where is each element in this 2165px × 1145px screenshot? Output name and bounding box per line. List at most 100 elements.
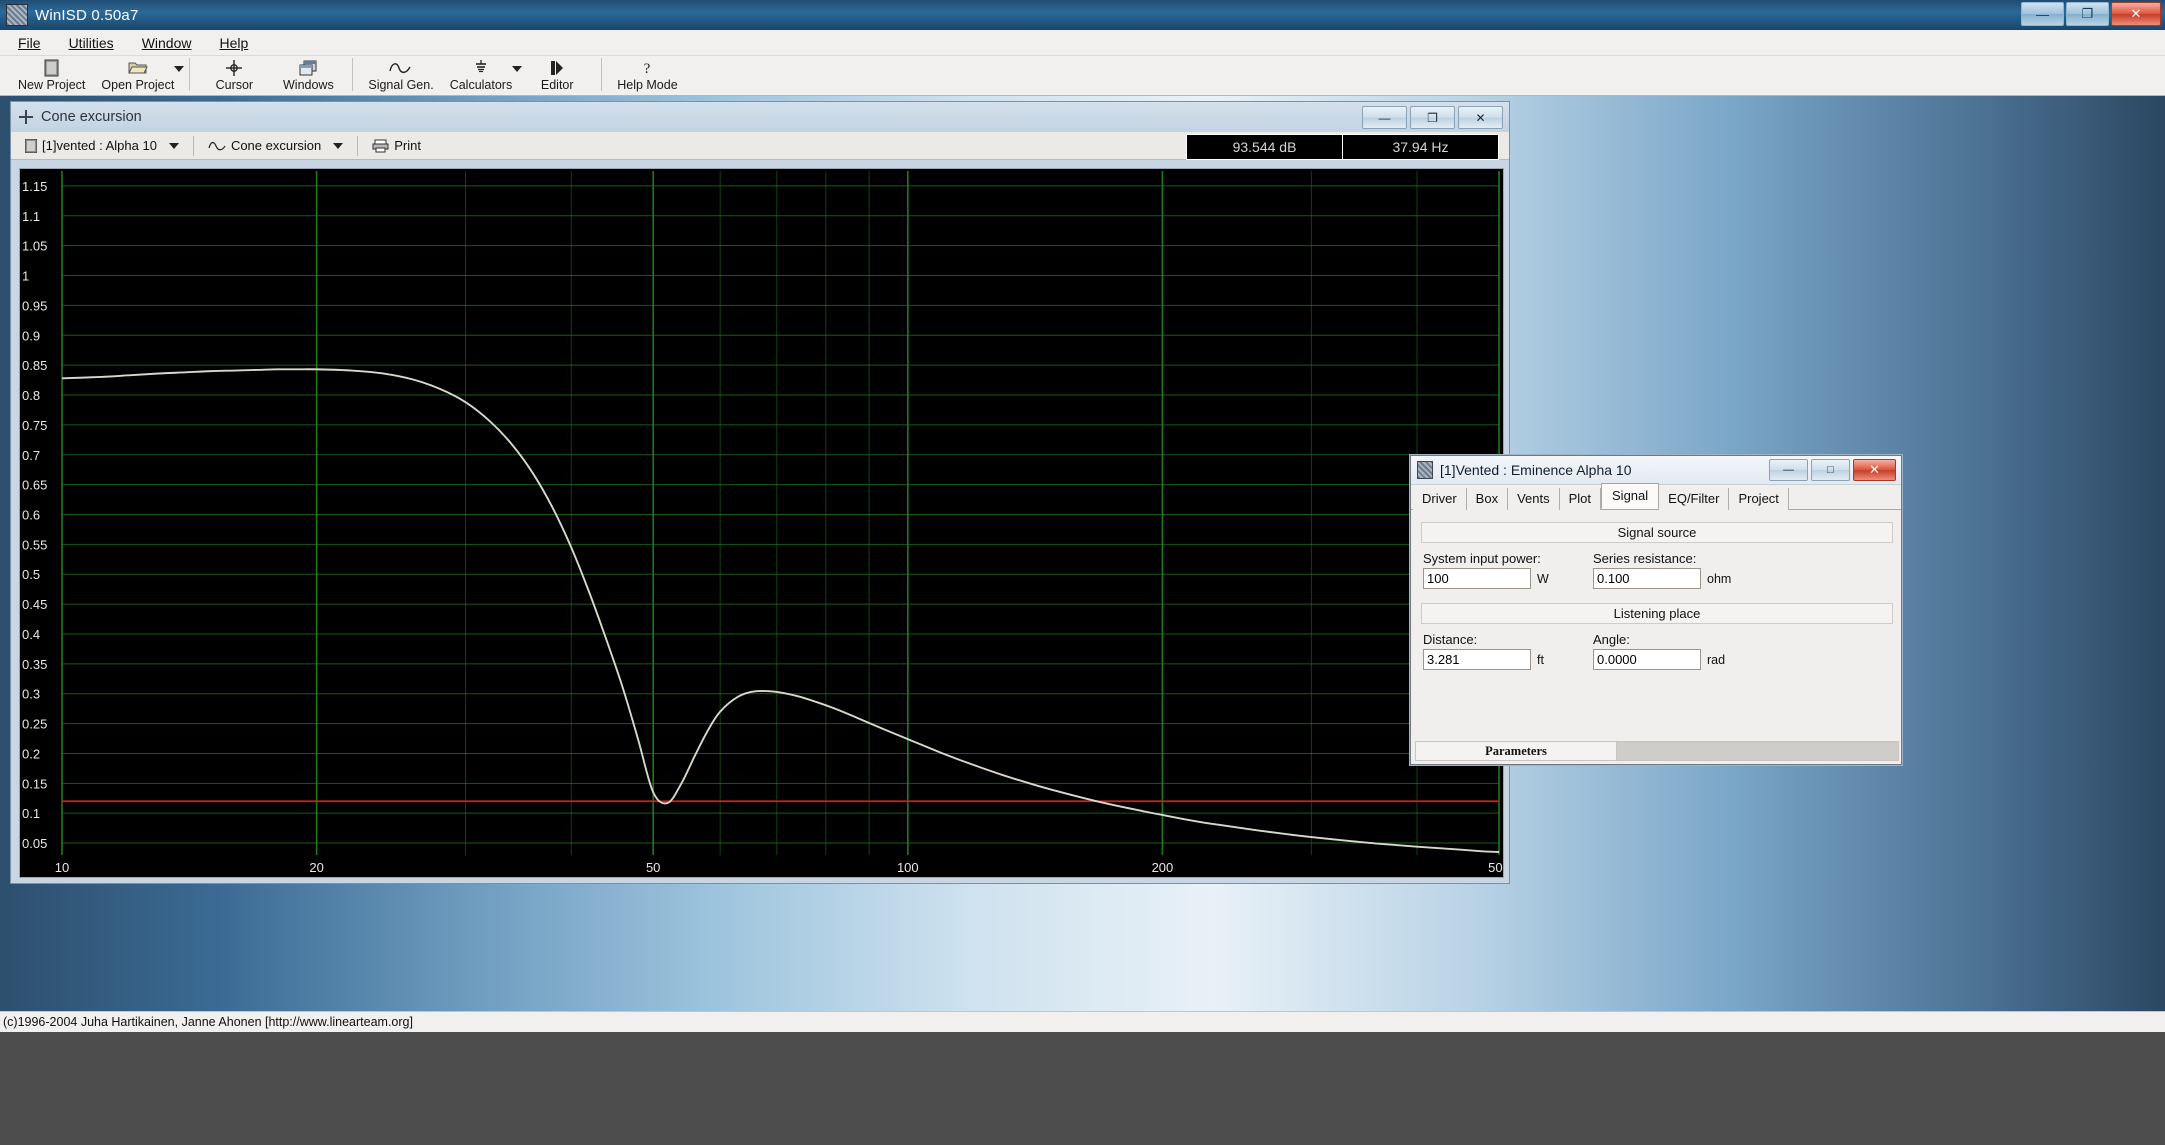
maximize-button[interactable]: ❐ [2066,2,2109,26]
chart-close-button[interactable]: ✕ [1458,106,1503,129]
toolbar-editor-label: Editor [541,78,574,92]
svg-text:0.2: 0.2 [22,746,40,761]
chevron-down-icon-plot[interactable] [333,143,343,149]
chart-maximize-button[interactable]: ❐ [1410,106,1455,129]
toolbar-open-project[interactable]: Open Project [93,56,182,92]
svg-text:0.85: 0.85 [22,358,47,373]
tab-box-label: Box [1476,491,1498,506]
tab-signal[interactable]: Signal [1601,483,1659,509]
menu-item-utilities[interactable]: Utilities [65,33,118,53]
angle-input[interactable] [1593,649,1701,670]
plot-selector[interactable]: Cone excursion [202,135,349,157]
svg-text:0.45: 0.45 [22,597,47,612]
toolbar-separator-3 [601,58,602,91]
toolbar-new-project-label: New Project [18,78,85,92]
chart-maximize-icon: ❐ [1427,111,1438,125]
minimize-button[interactable]: — [2021,2,2064,26]
chevron-down-icon-project[interactable] [169,143,179,149]
svg-text:0.5: 0.5 [22,567,40,582]
application-window: WinISD 0.50a7 — ❐ ✕ File Utilities Windo… [0,0,2165,1145]
curve-icon [208,140,226,152]
project-icon [25,139,37,153]
help-mode-icon: ? [640,58,654,77]
properties-body: Signal source System input power: W Seri… [1415,514,1899,736]
toolbar-calculators[interactable]: Calculators [442,56,521,92]
svg-text:0.6: 0.6 [22,507,40,522]
svg-text:0.9: 0.9 [22,328,40,343]
tab-eq-filter-label: EQ/Filter [1668,491,1719,506]
toolbar-calculators-label: Calculators [450,78,513,92]
toolbar-cursor-label: Cursor [216,78,254,92]
toolbar-new-project[interactable]: New Project [10,56,93,92]
signal-source-fields: System input power: W Series resistance:… [1423,551,1899,589]
tab-vents-label: Vents [1517,491,1550,506]
menu-item-window[interactable]: Window [138,33,196,53]
toolbar-help-mode[interactable]: ? Help Mode [609,56,685,92]
tab-project-label: Project [1738,491,1778,506]
plot-canvas[interactable]: 0.050.10.150.20.250.30.350.40.450.50.550… [20,169,1503,877]
project-selector[interactable]: [1]vented : Alpha 10 [19,135,185,157]
windows-icon [299,58,318,77]
toolbar-help-mode-label: Help Mode [617,78,677,92]
menu-item-help[interactable]: Help [215,33,252,53]
chart-minimize-button[interactable]: — [1362,106,1407,129]
svg-text:1.15: 1.15 [22,179,47,194]
menu-help-label: Help [219,35,248,51]
tab-box[interactable]: Box [1467,488,1508,510]
svg-text:1.05: 1.05 [22,239,47,254]
field-series-resistance-label: Series resistance: [1593,551,1763,566]
properties-close-button[interactable]: ✕ [1853,459,1896,481]
tab-plot[interactable]: Plot [1560,488,1601,510]
tab-signal-label: Signal [1612,488,1648,503]
series-resistance-input[interactable] [1593,568,1701,589]
toolbar-windows-label: Windows [283,78,334,92]
tab-driver[interactable]: Driver [1413,488,1467,510]
menu-utilities-label: Utilities [69,35,114,51]
open-project-icon [128,58,148,77]
toolbar-editor[interactable]: Editor [520,56,594,92]
chart-toolbar-separator-2 [357,136,358,156]
editor-icon [548,58,566,77]
properties-maximize-button[interactable]: □ [1811,459,1850,481]
distance-input[interactable] [1423,649,1531,670]
properties-minimize-button[interactable]: — [1769,459,1808,481]
plot-selector-label: Cone excursion [231,138,321,153]
svg-text:0.1: 0.1 [22,806,40,821]
svg-text:0.75: 0.75 [22,418,47,433]
toolbar-signal-gen[interactable]: Signal Gen. [360,56,441,92]
minimize-icon: — [2036,7,2049,22]
field-system-input-power-label: System input power: [1423,551,1593,566]
field-angle: Angle: rad [1593,632,1763,670]
system-input-power-unit: W [1537,572,1549,586]
menu-item-file[interactable]: File [14,33,45,53]
properties-tabs: Driver Box Vents Plot Signal EQ/Filter P… [1411,485,1901,510]
print-label: Print [394,138,421,153]
chart-minimize-icon: — [1379,111,1391,125]
parameters-panel-label: Parameters [1415,741,1617,761]
print-button[interactable]: Print [366,135,427,157]
tab-eq-filter[interactable]: EQ/Filter [1659,488,1729,510]
svg-text:10: 10 [55,860,69,875]
maximize-icon: ❐ [2082,6,2094,22]
properties-dialog-title: [1]Vented : Eminence Alpha 10 [1440,462,1631,478]
toolbar-windows[interactable]: Windows [271,56,345,92]
toolbar-separator-2 [352,58,353,91]
chart-close-icon: ✕ [1475,111,1485,125]
toolbar-cursor[interactable]: Cursor [197,56,271,92]
close-icon: ✕ [2131,6,2142,22]
close-button[interactable]: ✕ [2111,2,2161,26]
field-angle-label: Angle: [1593,632,1763,647]
svg-text:0.4: 0.4 [22,627,40,642]
angle-unit: rad [1707,653,1725,667]
window-controls: — ❐ ✕ [2021,2,2161,26]
chart-window: Cone excursion — ❐ ✕ [1]vented : Alpha 1… [10,101,1510,884]
chart-toolbar: [1]vented : Alpha 10 Cone excursion Prin… [11,132,1509,160]
listening-place-fields: Distance: ft Angle: rad [1423,632,1899,670]
chevron-down-icon[interactable] [174,66,184,72]
tab-vents[interactable]: Vents [1508,488,1560,510]
tab-project[interactable]: Project [1729,488,1788,510]
chart-window-title-bar: Cone excursion — ❐ ✕ [11,102,1509,132]
printer-icon [372,139,389,153]
system-input-power-input[interactable] [1423,568,1531,589]
plot-area[interactable]: 0.050.10.150.20.250.30.350.40.450.50.550… [19,168,1504,878]
